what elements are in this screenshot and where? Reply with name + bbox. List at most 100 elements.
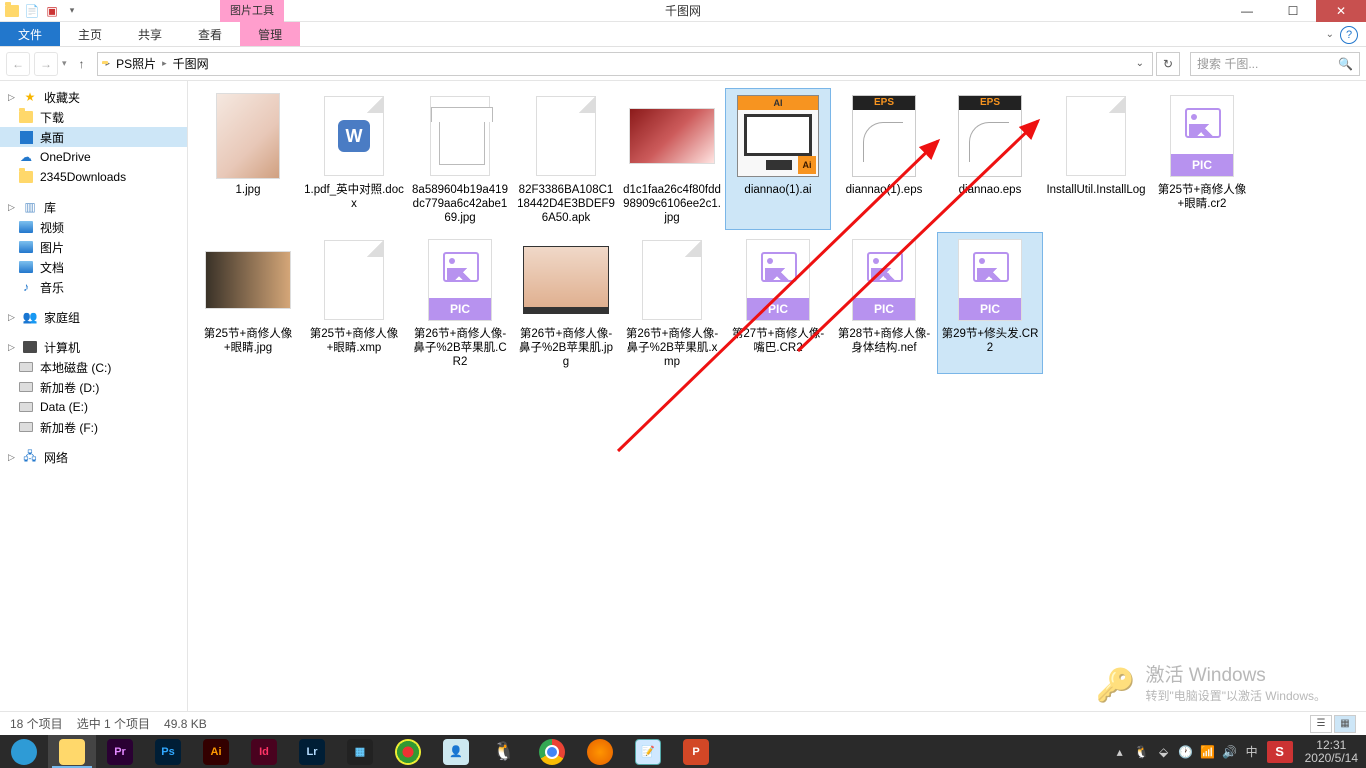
tray-qq-icon[interactable]: 🐧 bbox=[1131, 745, 1153, 759]
sidebar-item-disk-e[interactable]: Data (E:) bbox=[0, 397, 187, 417]
file-tab[interactable]: 文件 bbox=[0, 22, 60, 46]
file-item[interactable]: PIC 第29节+修头发.CR2 bbox=[938, 233, 1042, 373]
taskbar: Pr Ps Ai Id Lr ▦ 👤 🐧 📝 P ▴ 🐧 ⬙ 🕐 📶 🔊 中 S… bbox=[0, 735, 1366, 768]
taskbar-app-powerpoint[interactable]: P bbox=[672, 735, 720, 768]
file-item[interactable]: 第26节+商修人像-鼻子%2B苹果肌.xmp bbox=[620, 233, 724, 373]
breadcrumb-item[interactable]: PS照片 bbox=[114, 55, 158, 72]
file-thumbnail: PIC bbox=[947, 237, 1033, 323]
taskbar-app-firefox[interactable] bbox=[576, 735, 624, 768]
new-file-icon[interactable]: 📄 bbox=[24, 3, 40, 19]
qat-dropdown-icon[interactable]: ▾ bbox=[64, 3, 80, 19]
sidebar-item-disk-c[interactable]: 本地磁盘 (C:) bbox=[0, 357, 187, 377]
tab-share[interactable]: 共享 bbox=[120, 22, 180, 46]
watermark-sub: 转到"电脑设置"以激活 Windows。 bbox=[1145, 687, 1326, 704]
sidebar-item-disk-f[interactable]: 新加卷 (F:) bbox=[0, 417, 187, 437]
file-item[interactable]: 第25节+商修人像+眼睛.jpg bbox=[196, 233, 300, 373]
sidebar-item-videos[interactable]: 视频 bbox=[0, 217, 187, 237]
taskbar-app-chrome[interactable] bbox=[528, 735, 576, 768]
sidebar-item-documents[interactable]: 文档 bbox=[0, 257, 187, 277]
file-thumbnail: PIC bbox=[841, 237, 927, 323]
tab-view[interactable]: 查看 bbox=[180, 22, 240, 46]
file-item[interactable]: 第25节+商修人像+眼睛.xmp bbox=[302, 233, 406, 373]
taskbar-app-indesign[interactable]: Id bbox=[240, 735, 288, 768]
taskbar-app-browser[interactable] bbox=[0, 735, 48, 768]
properties-icon[interactable]: ▣ bbox=[44, 3, 60, 19]
tab-manage[interactable]: 管理 bbox=[240, 22, 300, 46]
sidebar-homegroup[interactable]: ▷👥家庭组 bbox=[0, 307, 187, 327]
taskbar-app-photoshop[interactable]: Ps bbox=[144, 735, 192, 768]
tab-home[interactable]: 主页 bbox=[60, 22, 120, 46]
sidebar-item-downloads[interactable]: 下载 bbox=[0, 107, 187, 127]
taskbar-app-editor[interactable]: ▦ bbox=[336, 735, 384, 768]
file-name: 第27节+商修人像-嘴巴.CR2 bbox=[728, 327, 828, 355]
ribbon-expand-icon[interactable]: ⌄ bbox=[1326, 29, 1334, 40]
file-item[interactable]: InstallUtil.InstallLog bbox=[1044, 89, 1148, 229]
taskbar-app-qq[interactable]: 🐧 bbox=[480, 735, 528, 768]
file-name: 82F3386BA108C118442D4E3BDEF96A50.apk bbox=[516, 183, 616, 225]
help-button[interactable]: ? bbox=[1340, 26, 1358, 44]
address-bar[interactable]: ▸ PS照片 ▸ 千图网 ⌄ bbox=[97, 52, 1153, 76]
file-thumbnail bbox=[205, 237, 291, 323]
taskbar-app-lightroom[interactable]: Lr bbox=[288, 735, 336, 768]
taskbar-app-premiere[interactable]: Pr bbox=[96, 735, 144, 768]
tray-ime-icon[interactable]: 中 bbox=[1241, 743, 1263, 760]
file-name: 第25节+商修人像+眼睛.cr2 bbox=[1152, 183, 1252, 211]
window-title: 千图网 bbox=[665, 2, 701, 19]
file-item[interactable]: PIC第26节+商修人像-鼻子%2B苹果肌.CR2 bbox=[408, 233, 512, 373]
file-item[interactable]: PIC 第27节+商修人像-嘴巴.CR2 bbox=[726, 233, 830, 373]
sidebar-item-2345downloads[interactable]: 2345Downloads bbox=[0, 167, 187, 187]
search-input[interactable]: 搜索 千图... 🔍 bbox=[1190, 52, 1360, 76]
sidebar-item-music[interactable]: ♪音乐 bbox=[0, 277, 187, 297]
tray-clock[interactable]: 12:312020/5/14 bbox=[1297, 739, 1366, 765]
taskbar-app-explorer[interactable] bbox=[48, 735, 96, 768]
file-item[interactable]: W1.pdf_英中对照.docx bbox=[302, 89, 406, 229]
taskbar-app-chat[interactable]: 👤 bbox=[432, 735, 480, 768]
file-item[interactable]: PIC第25节+商修人像+眼睛.cr2 bbox=[1150, 89, 1254, 229]
file-item[interactable]: EPSdiannao.eps bbox=[938, 89, 1042, 229]
refresh-button[interactable]: ↻ bbox=[1156, 52, 1180, 76]
sidebar-item-disk-d[interactable]: 新加卷 (D:) bbox=[0, 377, 187, 397]
tray-clock-icon[interactable]: 🕐 bbox=[1175, 745, 1197, 759]
tray-up-icon[interactable]: ▴ bbox=[1109, 745, 1131, 759]
sidebar-item-desktop[interactable]: 桌面 bbox=[0, 127, 187, 147]
file-item[interactable]: d1c1faa26c4f80fdd98909c6106ee2c1.jpg bbox=[620, 89, 724, 229]
file-item[interactable]: PIC第28节+商修人像-身体结构.nef bbox=[832, 233, 936, 373]
file-thumbnail: PIC bbox=[735, 237, 821, 323]
history-dropdown-icon[interactable]: ▾ bbox=[62, 58, 67, 69]
file-item[interactable]: 8a589604b19a419dc779aa6c42abe169.jpg bbox=[408, 89, 512, 229]
tray-shield-icon[interactable]: ⬙ bbox=[1153, 745, 1175, 759]
tray-volume-icon[interactable]: 🔊 bbox=[1219, 745, 1241, 759]
sidebar-libraries[interactable]: ▷▥库 bbox=[0, 197, 187, 217]
maximize-button[interactable]: ☐ bbox=[1270, 0, 1316, 22]
forward-button[interactable]: → bbox=[34, 52, 58, 76]
sidebar-network[interactable]: ▷🖧网络 bbox=[0, 447, 187, 467]
sidebar-computer[interactable]: ▷计算机 bbox=[0, 337, 187, 357]
sidebar-favorites[interactable]: ▷★收藏夹 bbox=[0, 87, 187, 107]
file-grid[interactable]: 1.jpgW1.pdf_英中对照.docx8a589604b19a419dc77… bbox=[188, 81, 1366, 711]
sidebar-item-onedrive[interactable]: ☁OneDrive bbox=[0, 147, 187, 167]
file-item[interactable]: 82F3386BA108C118442D4E3BDEF96A50.apk bbox=[514, 89, 618, 229]
back-button[interactable]: ← bbox=[6, 52, 30, 76]
minimize-button[interactable]: — bbox=[1224, 0, 1270, 22]
file-item[interactable]: AIAidiannao(1).ai bbox=[726, 89, 830, 229]
close-button[interactable]: ✕ bbox=[1316, 0, 1366, 22]
breadcrumb-item[interactable]: 千图网 bbox=[171, 55, 211, 72]
tray-sogou-icon[interactable]: S bbox=[1267, 741, 1293, 763]
sidebar: ▷★收藏夹 下载 桌面 ☁OneDrive 2345Downloads ▷▥库 … bbox=[0, 81, 188, 711]
file-name: 第29节+修头发.CR2 bbox=[940, 327, 1040, 355]
up-button[interactable]: ↑ bbox=[71, 53, 93, 75]
tray-network-icon[interactable]: 📶 bbox=[1197, 745, 1219, 759]
file-item[interactable]: EPSdiannao(1).eps bbox=[832, 89, 936, 229]
file-thumbnail: AIAi bbox=[735, 93, 821, 179]
sidebar-item-pictures[interactable]: 图片 bbox=[0, 237, 187, 257]
taskbar-app-ball[interactable] bbox=[384, 735, 432, 768]
details-view-button[interactable]: ☰ bbox=[1310, 715, 1332, 733]
file-item[interactable]: 1.jpg bbox=[196, 89, 300, 229]
icons-view-button[interactable]: ▦ bbox=[1334, 715, 1356, 733]
folder-icon[interactable] bbox=[4, 3, 20, 19]
file-thumbnail bbox=[205, 93, 291, 179]
address-dropdown-icon[interactable]: ⌄ bbox=[1132, 58, 1148, 69]
taskbar-app-illustrator[interactable]: Ai bbox=[192, 735, 240, 768]
file-item[interactable]: 第26节+商修人像-鼻子%2B苹果肌.jpg bbox=[514, 233, 618, 373]
taskbar-app-notepad[interactable]: 📝 bbox=[624, 735, 672, 768]
